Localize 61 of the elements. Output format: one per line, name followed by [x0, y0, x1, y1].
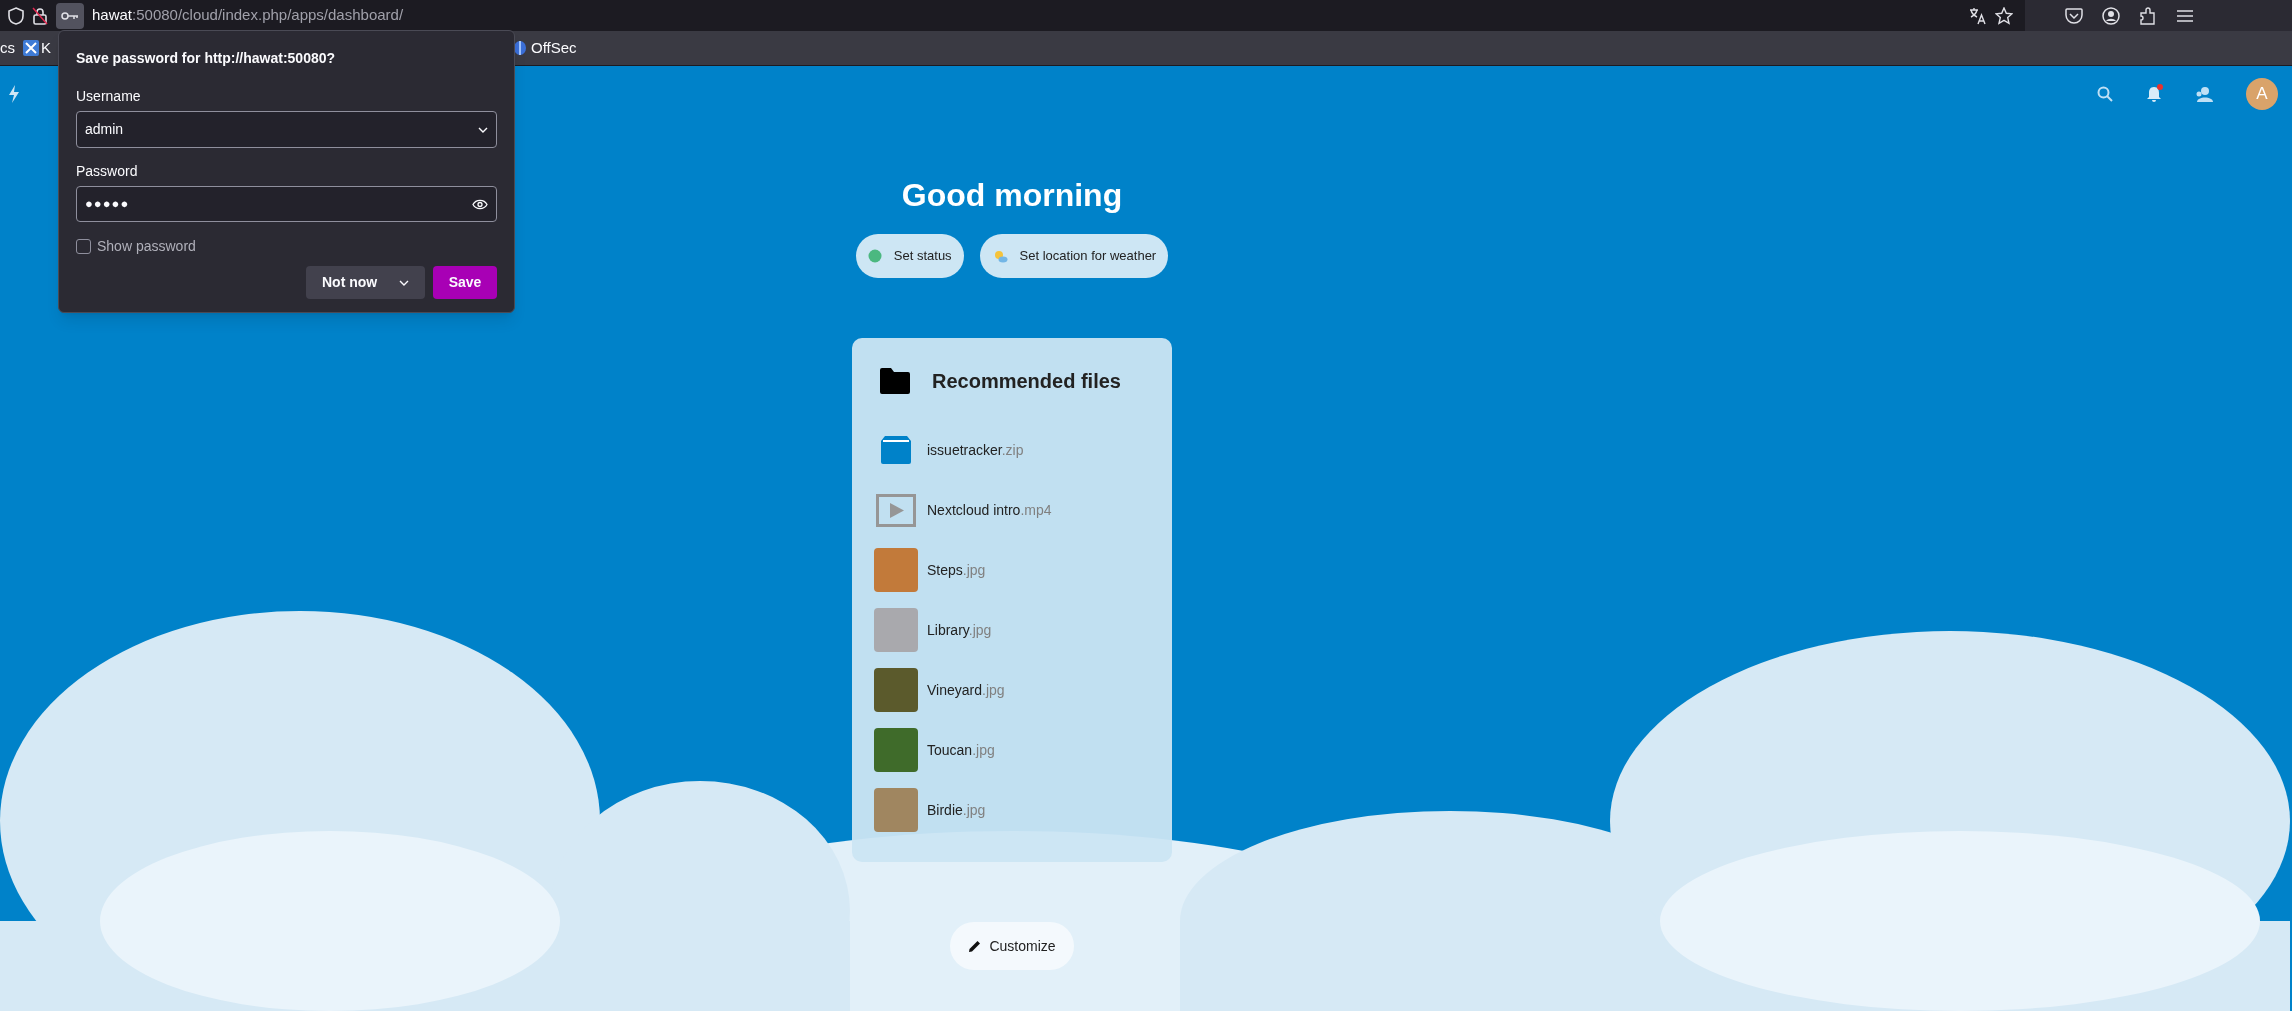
- video-icon: [876, 493, 916, 527]
- shield-icon: [8, 6, 24, 25]
- pocket-icon[interactable]: [2065, 7, 2083, 24]
- menu-icon[interactable]: [2176, 8, 2194, 23]
- file-item[interactable]: Toucan.jpg: [874, 720, 1150, 780]
- password-label: Password: [76, 162, 139, 181]
- file-item[interactable]: issuetracker.zip: [874, 420, 1150, 480]
- file-item[interactable]: Vineyard.jpg: [874, 660, 1150, 720]
- card-title: Recommended files: [932, 369, 1121, 394]
- file-item[interactable]: Nextcloud intro.mp4: [874, 480, 1150, 540]
- save-button[interactable]: Save: [433, 266, 497, 299]
- file-name: Nextcloud intro.mp4: [927, 500, 1052, 520]
- folder-icon: [880, 368, 910, 394]
- contacts-icon[interactable]: [2195, 85, 2213, 102]
- username-label: Username: [76, 87, 142, 106]
- key-icon: [61, 10, 79, 21]
- bookmark[interactable]: K: [41, 36, 51, 60]
- photo-placeholder: [874, 728, 918, 772]
- archive-icon: [879, 435, 913, 465]
- eye-icon[interactable]: [472, 198, 488, 210]
- bookmark[interactable]: cs: [0, 36, 15, 60]
- password-field[interactable]: ●●●●●: [76, 186, 497, 222]
- popup-title: Save password for http://hawat:50080?: [76, 49, 337, 68]
- file-name: issuetracker.zip: [927, 440, 1024, 460]
- pencil-icon: [968, 939, 982, 953]
- lock-icon: [32, 6, 48, 25]
- key-button[interactable]: [56, 2, 84, 29]
- greeting-heading: Good morning: [901, 177, 1123, 213]
- puzzle-icon[interactable]: [2139, 6, 2157, 25]
- url-text[interactable]: hawat:50080/cloud/index.php/apps/dashboard/: [92, 4, 404, 27]
- file-name: Birdie.jpg: [927, 800, 986, 820]
- photo-placeholder: [874, 608, 918, 652]
- file-item[interactable]: Library.jpg: [874, 600, 1150, 660]
- file-item[interactable]: Birdie.jpg: [874, 780, 1150, 840]
- customize-button[interactable]: Customize: [950, 922, 1074, 970]
- file-name: Library.jpg: [927, 620, 992, 640]
- file-name: Vineyard.jpg: [927, 680, 1005, 700]
- bookmark[interactable]: OffSec: [531, 36, 577, 60]
- bookmark-icon: [23, 40, 39, 56]
- chevron-down-icon: [399, 279, 409, 286]
- photo-placeholder: [874, 548, 918, 592]
- file-item[interactable]: Steps.jpg: [874, 540, 1150, 600]
- star-icon[interactable]: [1995, 6, 2013, 25]
- file-name: Toucan.jpg: [927, 740, 995, 760]
- chevron-down-icon: [478, 126, 488, 133]
- show-password-label: Show password: [97, 237, 196, 256]
- bookmark-icon: [513, 40, 527, 56]
- translate-icon[interactable]: [1969, 6, 1987, 25]
- weather-button[interactable]: Set location for weather: [979, 234, 1169, 278]
- photo-placeholder: [874, 788, 918, 832]
- photo-placeholder: [874, 668, 918, 712]
- show-password-checkbox[interactable]: [76, 239, 91, 254]
- file-name: Steps.jpg: [927, 560, 986, 580]
- account-icon[interactable]: [2102, 6, 2120, 25]
- username-field[interactable]: admin: [76, 111, 497, 148]
- not-now-button[interactable]: Not now: [306, 266, 425, 299]
- bell-icon[interactable]: [2146, 85, 2162, 102]
- lightning-icon[interactable]: [8, 84, 20, 103]
- search-icon[interactable]: [2097, 85, 2113, 102]
- status-dot-icon: [867, 249, 882, 263]
- set-status-button[interactable]: Set status: [855, 234, 964, 278]
